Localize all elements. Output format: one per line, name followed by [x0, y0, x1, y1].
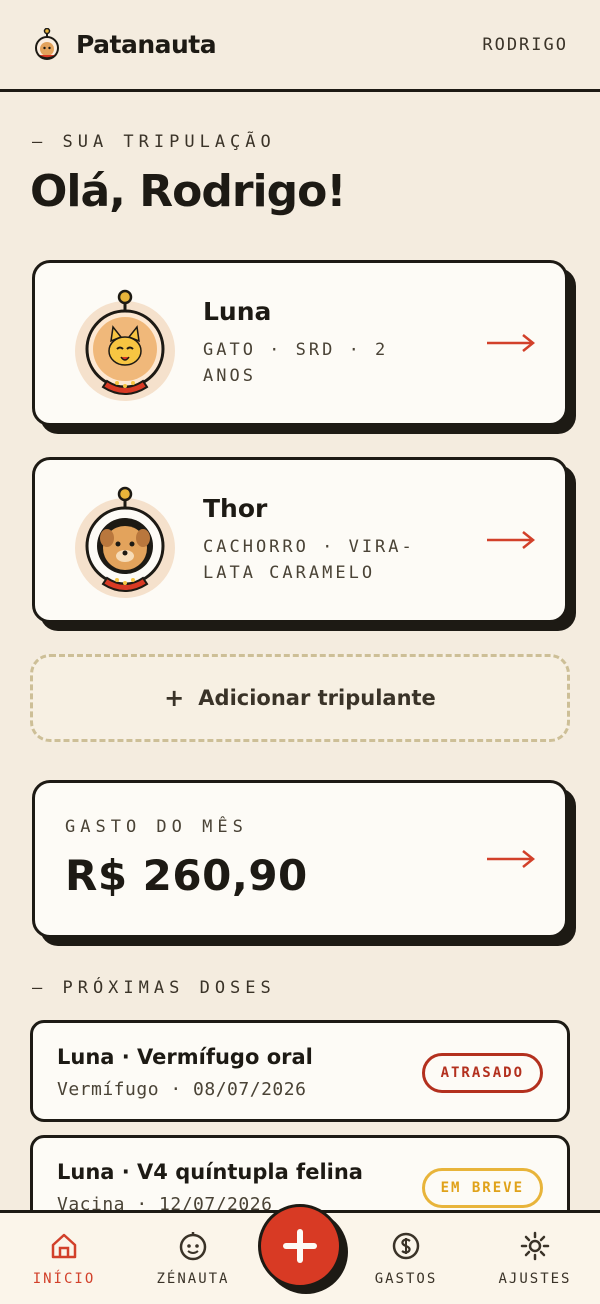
user-name[interactable]: RODRIGO — [482, 35, 568, 55]
dose-item[interactable]: Luna · Vermífugo oral Vermífugo · 08/07/… — [30, 1020, 570, 1122]
plus-icon — [283, 1229, 317, 1263]
dose-subtitle: Vermífugo · 08/07/2026 — [57, 1079, 307, 1100]
pet-name: Luna — [203, 297, 272, 326]
pet-name: Thor — [203, 494, 268, 523]
brand[interactable]: Patanauta — [32, 27, 217, 62]
pet-card-thor[interactable]: Thor CACHORRO · VIRA-LATA CARAMELO — [32, 457, 568, 623]
nav-item-zenauta[interactable]: ZÉNAUTA — [138, 1231, 248, 1287]
arrow-right-icon — [487, 850, 535, 868]
add-button[interactable] — [258, 1204, 342, 1288]
arrow-right-icon — [487, 334, 535, 352]
home-icon — [51, 1233, 77, 1259]
doses-section-label: — PRÓXIMAS DOSES — [32, 978, 276, 998]
status-badge: EM BREVE — [421, 1168, 543, 1208]
nav-item-gastos[interactable]: GASTOS — [351, 1231, 461, 1287]
spend-label: GASTO DO MÊS — [65, 817, 248, 837]
nav-label: AJUSTES — [498, 1271, 572, 1287]
plus-icon: + — [164, 684, 185, 712]
sun-gear-icon — [520, 1231, 550, 1261]
logo-icon — [35, 27, 59, 60]
nav-item-ajustes[interactable]: AJUSTES — [480, 1231, 590, 1287]
cat-astronaut-icon — [75, 289, 175, 401]
nav-label: INÍCIO — [32, 1271, 96, 1287]
app-header: Patanauta RODRIGO — [0, 0, 600, 92]
page-title: Olá, Rodrigo! — [30, 166, 346, 217]
add-crew-button[interactable]: + Adicionar tripulante — [30, 654, 570, 742]
face-icon — [179, 1232, 207, 1261]
spend-value: R$ 260,90 — [65, 851, 308, 900]
crew-section-label: — SUA TRIPULAÇÃO — [32, 132, 276, 152]
nav-label: GASTOS — [374, 1271, 438, 1287]
nav-label: ZÉNAUTA — [156, 1271, 230, 1287]
brand-name: Patanauta — [76, 30, 217, 59]
dose-title: Luna · V4 quíntupla felina — [57, 1160, 363, 1184]
dog-astronaut-icon — [75, 486, 175, 598]
status-badge: ATRASADO — [421, 1053, 543, 1093]
dose-title: Luna · Vermífugo oral — [57, 1045, 313, 1069]
pet-card-luna[interactable]: Luna GATO · SRD · 2 ANOS — [32, 260, 568, 426]
add-crew-label: Adicionar tripulante — [198, 686, 436, 710]
pet-meta: CACHORRO · VIRA-LATA CARAMELO — [203, 537, 415, 583]
nav-item-inicio[interactable]: INÍCIO — [9, 1231, 119, 1287]
money-icon — [392, 1232, 420, 1260]
arrow-right-icon — [487, 531, 535, 549]
monthly-spend-card[interactable]: GASTO DO MÊS R$ 260,90 — [32, 780, 568, 938]
pet-meta: GATO · SRD · 2 ANOS — [203, 340, 389, 386]
